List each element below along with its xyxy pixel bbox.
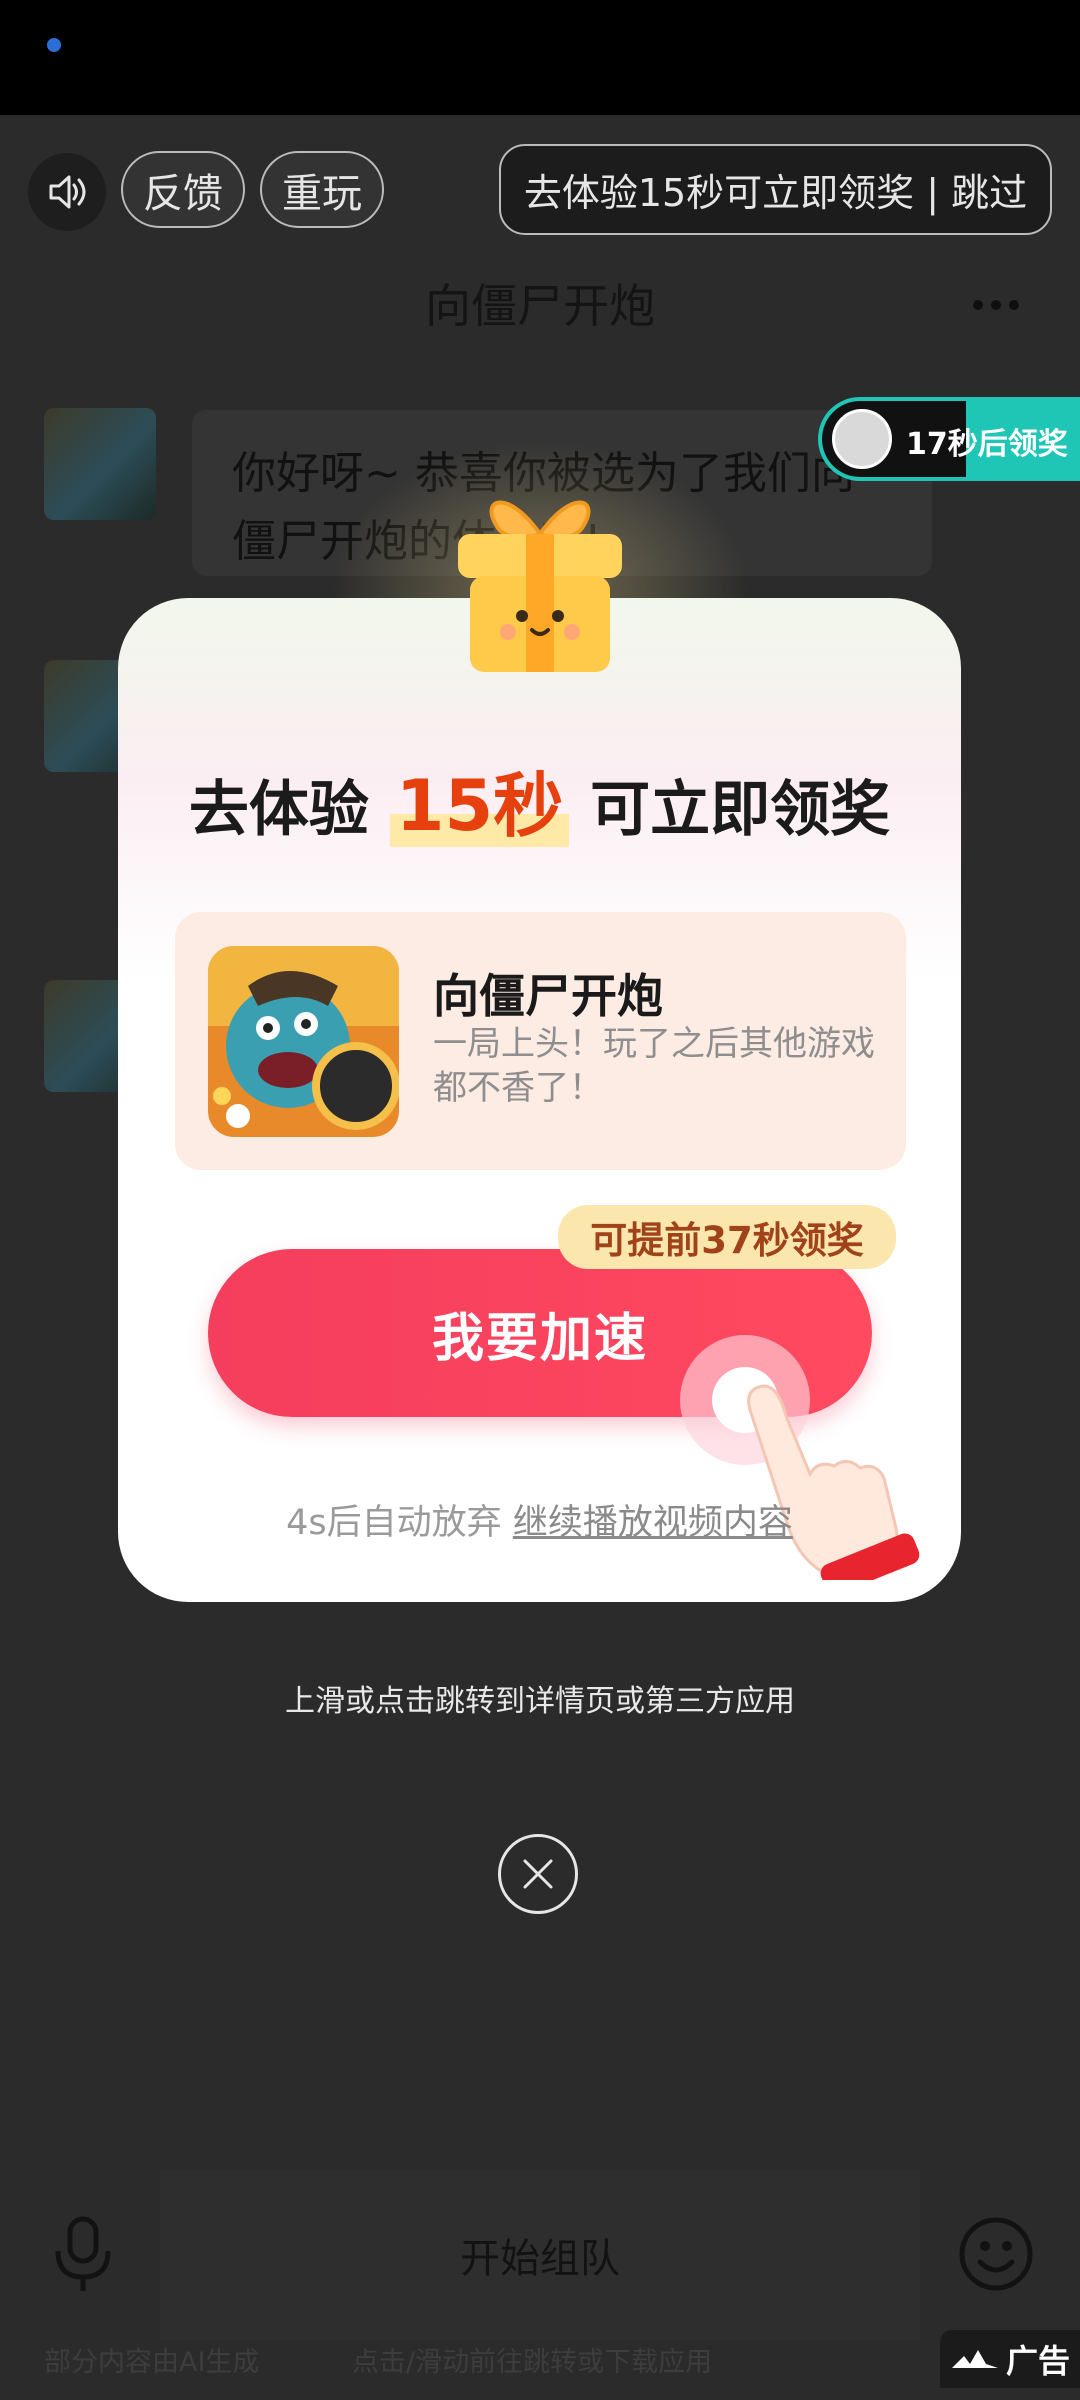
continue-video-link[interactable]: 继续播放视频内容 bbox=[513, 1503, 793, 1543]
pointing-hand-icon bbox=[747, 1384, 920, 1580]
mascot-avatar-icon bbox=[832, 409, 892, 469]
feedback-button[interactable]: 反馈 bbox=[121, 151, 245, 228]
app-name: 向僵尸开炮 bbox=[433, 969, 663, 1023]
heading-highlight: 15秒 bbox=[389, 765, 570, 847]
notification-dot-icon bbox=[47, 38, 61, 52]
ad-tag: 广告 bbox=[940, 2330, 1080, 2388]
close-button[interactable] bbox=[498, 1834, 578, 1914]
swipe-hint: 上滑或点击跳转到详情页或第三方应用 bbox=[285, 1684, 795, 1719]
page-title: 向僵尸开炮 bbox=[425, 279, 655, 333]
speaker-icon bbox=[49, 175, 86, 209]
emoji-icon[interactable] bbox=[958, 2216, 1034, 2292]
game-app-icon bbox=[208, 946, 399, 1137]
ad-logo-icon bbox=[951, 2350, 998, 2368]
microphone-icon[interactable] bbox=[50, 2215, 116, 2295]
team-up-label: 开始组队 bbox=[460, 2236, 620, 2282]
ai-generated-note: 部分内容由AI生成 bbox=[44, 2347, 260, 2378]
heading-prefix: 去体验 bbox=[188, 775, 369, 845]
skip-button[interactable]: 去体验15秒可立即领奖 | 跳过 bbox=[499, 144, 1052, 235]
gift-box-icon bbox=[458, 500, 622, 672]
replay-button[interactable]: 重玩 bbox=[260, 151, 384, 228]
ad-tag-label: 广告 bbox=[1005, 2342, 1070, 2380]
speed-badge: 可提前37秒领奖 bbox=[558, 1205, 896, 1269]
more-options-icon[interactable] bbox=[973, 295, 1027, 314]
sound-toggle-button[interactable] bbox=[28, 153, 106, 231]
auto-dismiss-countdown: 4s后自动放弃 bbox=[286, 1503, 502, 1543]
auto-dismiss-text: 4s后自动放弃 继续播放视频内容 bbox=[118, 1494, 961, 1545]
close-icon bbox=[523, 1859, 553, 1889]
heading-suffix: 可立即领奖 bbox=[590, 775, 891, 845]
app-description: 一局上头！玩了之后其他游戏都不香了！ bbox=[433, 1024, 875, 1108]
tap-redirect-note: 点击/滑动前往跳转或下载应用 bbox=[352, 2347, 713, 2378]
reward-countdown-chip[interactable]: 17秒后领奖 bbox=[818, 397, 1080, 481]
modal-heading: 去体验 15秒 可立即领奖 bbox=[118, 750, 961, 851]
status-bar bbox=[0, 0, 1080, 115]
chat-avatar bbox=[44, 408, 156, 520]
reward-countdown-label: 17秒后领奖 bbox=[906, 427, 1068, 462]
